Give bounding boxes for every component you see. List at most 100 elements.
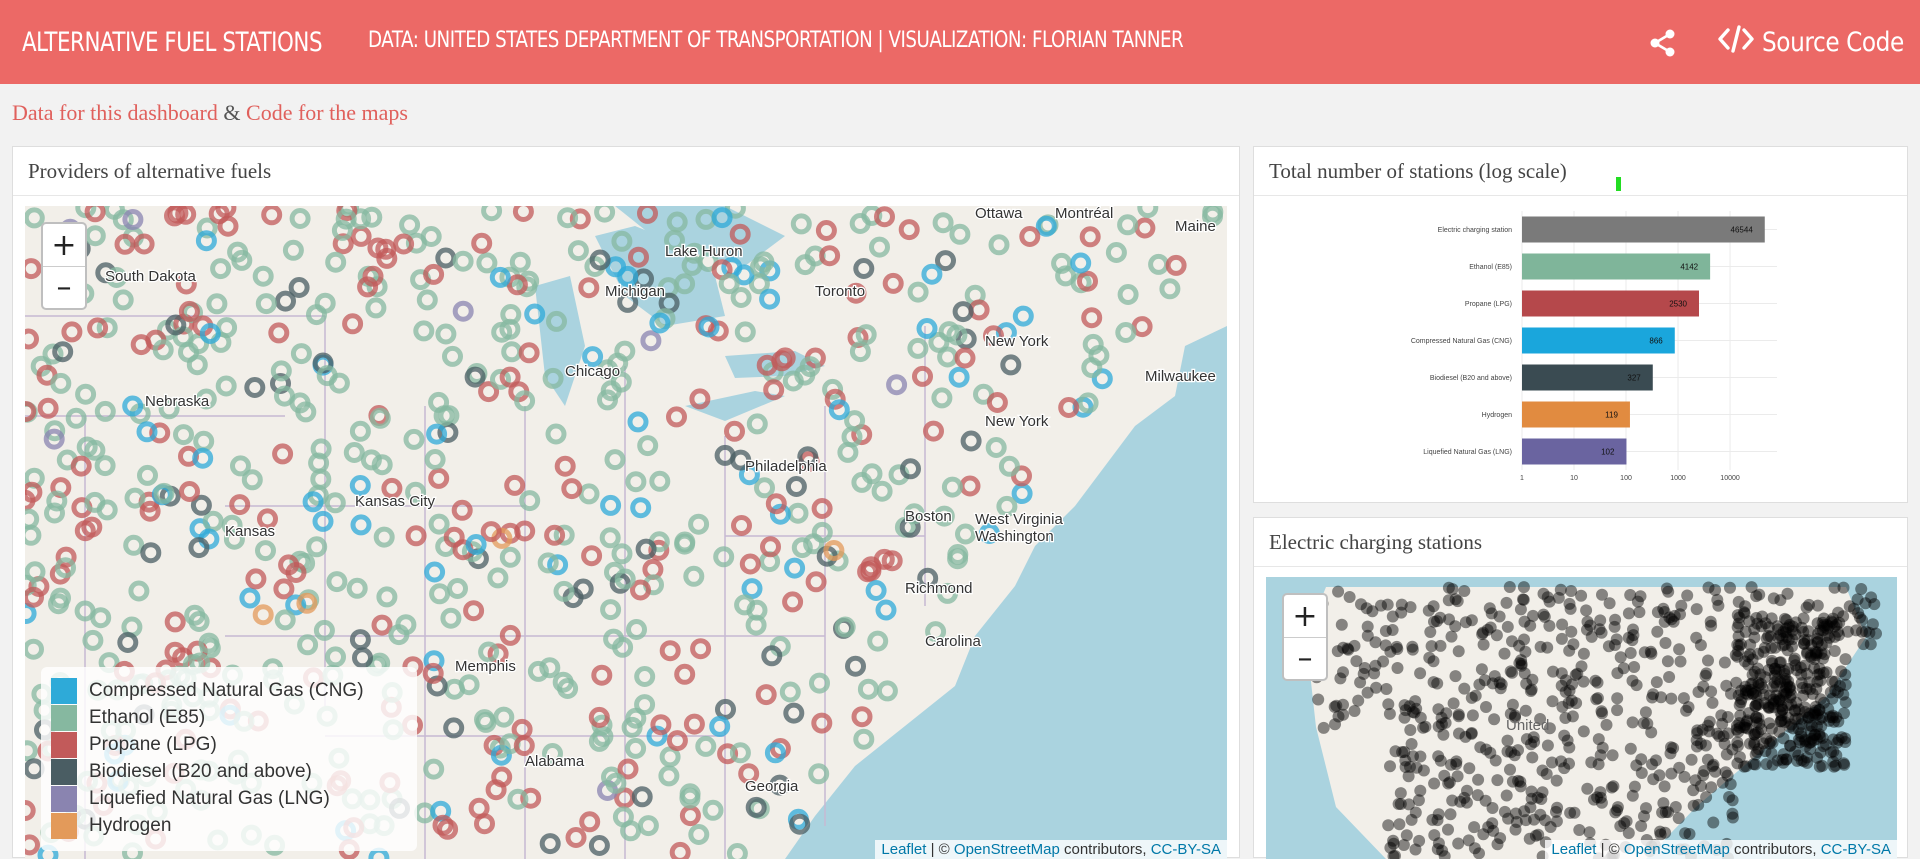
ev-station-marker[interactable] [1596, 797, 1608, 809]
ev-station-marker[interactable] [1458, 683, 1470, 695]
ev-station-marker[interactable] [1478, 639, 1490, 651]
ev-station-marker[interactable] [1750, 727, 1762, 739]
ev-station-marker[interactable] [1448, 697, 1460, 709]
ev-station-marker[interactable] [1520, 705, 1532, 717]
ev-station-marker[interactable] [1823, 715, 1835, 727]
ev-station-marker[interactable] [1432, 843, 1444, 855]
ev-station-marker[interactable] [1635, 590, 1647, 602]
zoom-out-button[interactable]: – [1284, 637, 1326, 679]
ev-station-marker[interactable] [1821, 629, 1833, 641]
ev-station-marker[interactable] [1435, 755, 1447, 767]
ev-station-marker[interactable] [1704, 716, 1716, 728]
ev-station-marker[interactable] [1564, 685, 1576, 697]
ev-station-marker[interactable] [1731, 757, 1743, 769]
ev-station-marker[interactable] [1759, 642, 1771, 654]
ev-station-marker[interactable] [1469, 842, 1481, 854]
ev-station-marker[interactable] [1433, 721, 1445, 733]
ev-station-marker[interactable] [1499, 648, 1511, 660]
ev-station-marker[interactable] [1569, 807, 1581, 819]
ev-station-marker[interactable] [1769, 663, 1781, 675]
ev-station-marker[interactable] [1527, 610, 1539, 622]
ev-station-marker[interactable] [1382, 819, 1394, 831]
osm-link[interactable]: OpenStreetMap [954, 841, 1060, 858]
ev-station-marker[interactable] [1707, 817, 1719, 829]
share-icon[interactable] [1648, 28, 1678, 58]
ev-station-marker[interactable] [1556, 633, 1568, 645]
ev-station-marker[interactable] [1393, 798, 1405, 810]
ev-station-marker[interactable] [1782, 588, 1794, 600]
ev-station-marker[interactable] [1480, 744, 1492, 756]
ev-station-marker[interactable] [1539, 814, 1551, 826]
providers-map[interactable]: OttawaMontréalMaineLake HuronTorontoSout… [25, 206, 1227, 859]
ev-station-marker[interactable] [1510, 808, 1522, 820]
ev-station-marker[interactable] [1445, 808, 1457, 820]
ev-station-marker[interactable] [1382, 698, 1394, 710]
ev-station-marker[interactable] [1580, 604, 1592, 616]
ev-station-marker[interactable] [1661, 583, 1673, 595]
ev-station-marker[interactable] [1695, 639, 1707, 651]
ev-station-marker[interactable] [1414, 751, 1426, 763]
ev-station-marker[interactable] [1611, 692, 1623, 704]
ev-station-marker[interactable] [1578, 725, 1590, 737]
ev-station-marker[interactable] [1804, 743, 1816, 755]
ev-station-marker[interactable] [1344, 591, 1356, 603]
ev-station-marker[interactable] [1675, 600, 1687, 612]
ev-station-marker[interactable] [1655, 691, 1667, 703]
ev-station-marker[interactable] [1494, 676, 1506, 688]
ev-station-marker[interactable] [1491, 774, 1503, 786]
data-link[interactable]: Data for this dashboard [12, 100, 218, 125]
ev-station-marker[interactable] [1801, 646, 1813, 658]
ev-station-marker[interactable] [1488, 713, 1500, 725]
ev-station-marker[interactable] [1486, 817, 1498, 829]
ev-station-marker[interactable] [1766, 747, 1778, 759]
ev-map[interactable]: + – United Leaflet | © OpenStreetMap con… [1266, 577, 1897, 859]
ev-station-marker[interactable] [1477, 627, 1489, 639]
osm-link[interactable]: OpenStreetMap [1624, 841, 1730, 858]
ev-station-marker[interactable] [1702, 655, 1714, 667]
ev-station-marker[interactable] [1398, 839, 1410, 851]
ev-station-marker[interactable] [1597, 742, 1609, 754]
ev-station-marker[interactable] [1776, 714, 1788, 726]
ev-station-marker[interactable] [1393, 818, 1405, 830]
ev-station-marker[interactable] [1609, 621, 1621, 633]
ev-station-marker[interactable] [1472, 789, 1484, 801]
ev-station-marker[interactable] [1438, 770, 1450, 782]
ev-station-marker[interactable] [1641, 718, 1653, 730]
ev-station-marker[interactable] [1446, 631, 1458, 643]
ev-station-marker[interactable] [1452, 770, 1464, 782]
ev-station-marker[interactable] [1784, 681, 1796, 693]
ev-station-marker[interactable] [1681, 590, 1693, 602]
ev-station-marker[interactable] [1419, 721, 1431, 733]
ev-station-marker[interactable] [1655, 829, 1667, 841]
ev-station-marker[interactable] [1472, 774, 1484, 786]
ev-station-marker[interactable] [1513, 640, 1525, 652]
ev-station-marker[interactable] [1453, 645, 1465, 657]
ev-station-marker[interactable] [1550, 806, 1562, 818]
ev-station-marker[interactable] [1466, 614, 1478, 626]
ev-station-marker[interactable] [1515, 603, 1527, 615]
ev-station-marker[interactable] [1559, 712, 1571, 724]
ev-station-marker[interactable] [1428, 600, 1440, 612]
ev-station-marker[interactable] [1411, 762, 1423, 774]
ev-station-marker[interactable] [1675, 656, 1687, 668]
ev-station-marker[interactable] [1833, 734, 1845, 746]
ev-station-marker[interactable] [1817, 732, 1829, 744]
ev-station-marker[interactable] [1647, 773, 1659, 785]
ev-station-marker[interactable] [1414, 667, 1426, 679]
ev-station-marker[interactable] [1519, 667, 1531, 679]
ev-station-marker[interactable] [1532, 792, 1544, 804]
ev-station-marker[interactable] [1410, 703, 1422, 715]
ev-station-marker[interactable] [1628, 661, 1640, 673]
ev-station-marker[interactable] [1857, 638, 1869, 650]
ev-station-marker[interactable] [1611, 704, 1623, 716]
ev-station-marker[interactable] [1749, 759, 1761, 771]
ev-station-marker[interactable] [1801, 668, 1813, 680]
ev-station-marker[interactable] [1798, 755, 1810, 767]
ev-station-marker[interactable] [1651, 626, 1663, 638]
ev-station-marker[interactable] [1517, 593, 1529, 605]
ev-station-marker[interactable] [1678, 692, 1690, 704]
ev-station-marker[interactable] [1826, 693, 1838, 705]
ev-station-marker[interactable] [1570, 697, 1582, 709]
source-code-button[interactable]: Source Code [1718, 22, 1920, 62]
ev-station-marker[interactable] [1413, 835, 1425, 847]
